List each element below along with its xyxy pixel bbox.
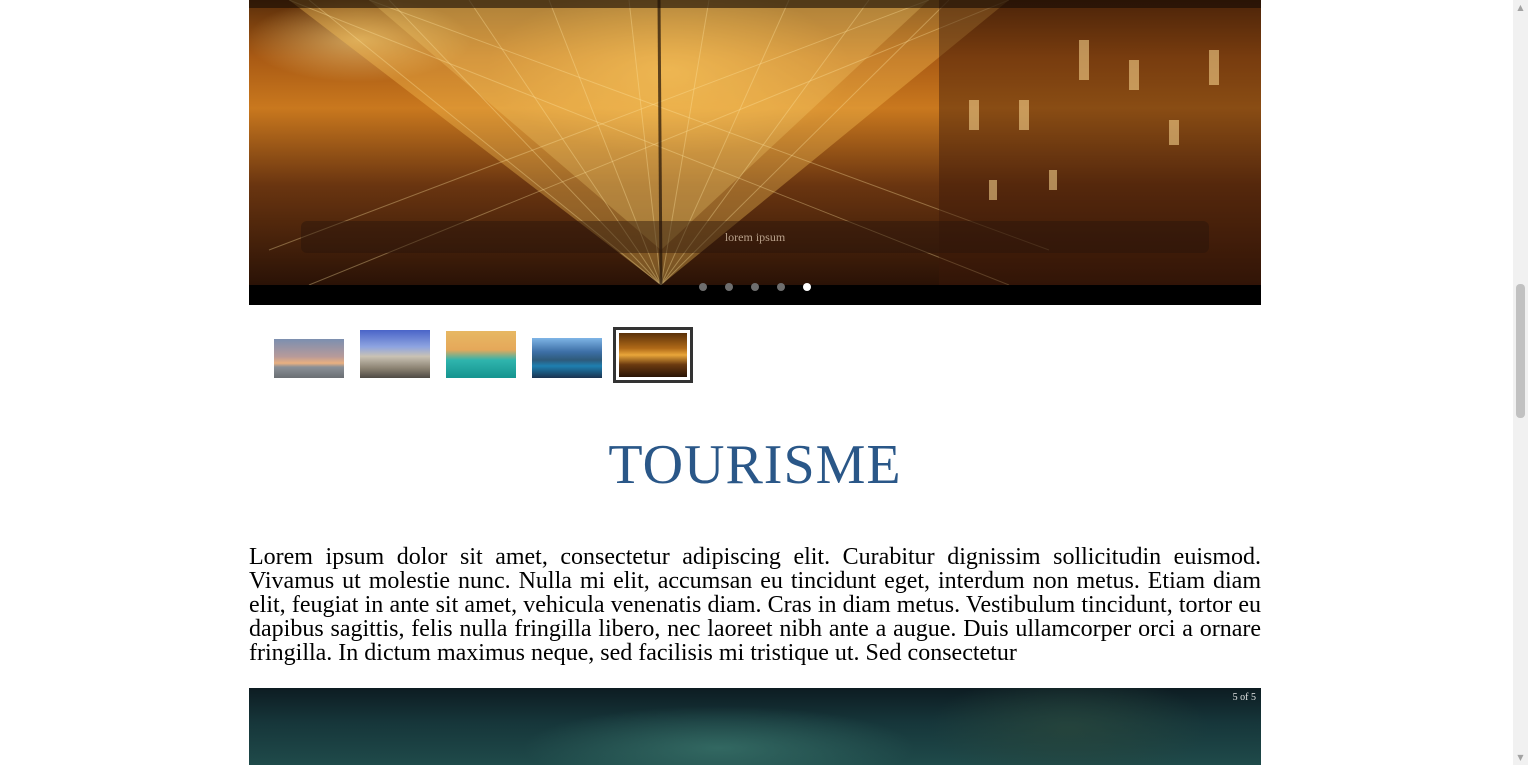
slide-caption: lorem ipsum [301,221,1209,253]
thumbnail-cathedral[interactable] [360,330,430,378]
slider-dot-1[interactable] [699,283,707,291]
slider-pagination [249,283,1261,293]
thumbnail-louvre-image [619,333,687,377]
thumbnail-mountain-lake[interactable] [532,338,602,378]
second-image-slider[interactable]: 5 of 5 [249,688,1261,765]
scroll-down-arrow-icon[interactable]: ▼ [1513,750,1528,765]
scroll-up-arrow-icon[interactable]: ▲ [1513,0,1528,15]
section-title: TOURISME [608,434,902,496]
slide-image-louvre: lorem ipsum [249,0,1261,285]
slider-dot-4[interactable] [777,283,785,291]
image-slider[interactable]: lorem ipsum [249,0,1261,305]
page-scrollbar[interactable]: ▲ ▼ [1513,0,1528,765]
slide-caption-text: lorem ipsum [724,230,786,244]
slider-dot-3[interactable] [751,283,759,291]
thumbnail-louvre-pyramid-selected[interactable] [613,327,693,383]
thumbnail-sea-coast[interactable] [446,331,516,378]
slider-dot-5[interactable] [803,283,811,291]
slide-counter: 5 of 5 [1232,692,1256,703]
scrollbar-thumb[interactable] [1516,284,1525,418]
thumbnail-beach-sunset[interactable] [274,339,344,378]
section-body-text: Lorem ipsum dolor sit amet, consectetur … [249,544,1261,666]
slider-dot-2[interactable] [725,283,733,291]
page: lorem ipsum TOURISME Lorem ipsum dolor s… [0,0,1513,765]
